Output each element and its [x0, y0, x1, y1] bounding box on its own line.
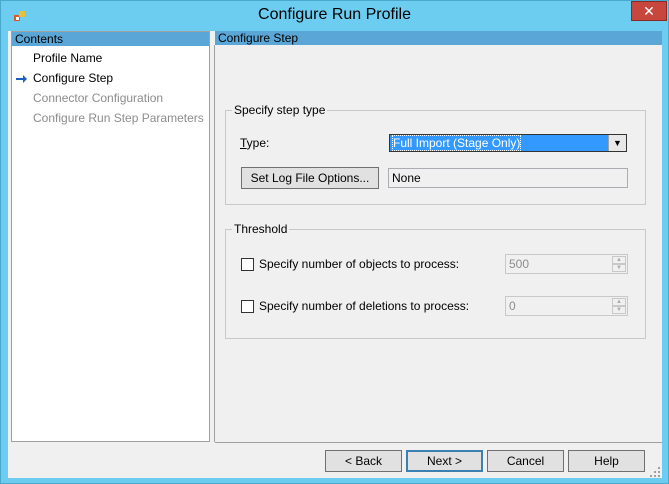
- help-label: Help: [594, 454, 619, 468]
- close-icon: ✕: [643, 3, 655, 19]
- spin-up-icon[interactable]: ▲: [612, 298, 626, 306]
- deletions-spin-buttons[interactable]: ▲ ▼: [612, 298, 626, 314]
- back-button[interactable]: < Back: [325, 450, 402, 472]
- deletions-checkbox[interactable]: [241, 300, 254, 313]
- nav-item-configure-step[interactable]: Configure Step: [12, 70, 208, 86]
- nav-item-label: Configure Run Step Parameters: [33, 111, 204, 125]
- step-type-legend: Specify step type: [232, 103, 328, 117]
- arrow-right-icon: [16, 70, 28, 86]
- cancel-button[interactable]: Cancel: [487, 450, 564, 472]
- spin-down-icon[interactable]: ▼: [612, 306, 626, 314]
- footer-separator: [215, 442, 662, 443]
- type-select[interactable]: Full Import (Stage Only) ▼: [389, 134, 627, 152]
- nav-item-label: Connector Configuration: [33, 91, 164, 105]
- objects-spin-buttons[interactable]: ▲ ▼: [612, 256, 626, 272]
- deletions-value: 0: [509, 299, 516, 313]
- contents-header: Contents: [12, 32, 209, 46]
- window-title: Configure Run Profile: [258, 6, 411, 23]
- dialog-body: Contents Profile Name Configure Step Con…: [8, 31, 662, 478]
- chevron-down-icon[interactable]: ▼: [608, 135, 626, 151]
- spin-up-icon[interactable]: ▲: [612, 256, 626, 264]
- nav-item-label: Profile Name: [33, 51, 103, 65]
- next-button[interactable]: Next >: [406, 450, 483, 472]
- cancel-label: Cancel: [506, 454, 545, 468]
- help-button[interactable]: Help: [568, 450, 645, 472]
- set-log-file-options-button[interactable]: Set Log File Options...: [241, 167, 379, 189]
- nav-item-configure-run-step-parameters[interactable]: Configure Run Step Parameters: [33, 110, 204, 126]
- objects-label[interactable]: Specify number of objects to process:: [259, 257, 459, 271]
- objects-spinbox[interactable]: 500 ▲ ▼: [505, 254, 628, 274]
- set-log-file-options-label: Set Log File Options...: [250, 171, 370, 185]
- objects-checkbox[interactable]: [241, 258, 254, 271]
- type-label: Type:: [240, 136, 270, 150]
- objects-value: 500: [509, 257, 530, 271]
- next-label: Next >: [426, 454, 462, 468]
- contents-pane: Contents Profile Name Configure Step Con…: [11, 31, 210, 442]
- type-select-value: Full Import (Stage Only): [391, 135, 522, 151]
- step-type-group: Specify step type Type: Full Import (Sta…: [225, 103, 646, 205]
- nav-item-profile-name[interactable]: Profile Name: [33, 50, 102, 66]
- log-file-value: None: [388, 168, 628, 188]
- threshold-group: Threshold Specify number of objects to p…: [225, 222, 646, 339]
- configure-step-header: Configure Step: [215, 31, 662, 45]
- pane-divider: [214, 45, 215, 442]
- resize-grip-icon[interactable]: [650, 466, 660, 477]
- close-button[interactable]: ✕: [631, 1, 667, 21]
- threshold-legend: Threshold: [232, 222, 290, 236]
- nav-item-connector-configuration[interactable]: Connector Configuration: [33, 90, 163, 106]
- configure-run-profile-window: Configure Run Profile ✕ Contents Profile…: [0, 0, 669, 484]
- deletions-label[interactable]: Specify number of deletions to process:: [259, 299, 469, 313]
- deletions-spinbox[interactable]: 0 ▲ ▼: [505, 296, 628, 316]
- title-bar: Configure Run Profile ✕: [1, 1, 668, 31]
- back-label: < Back: [344, 454, 383, 468]
- nav-item-label: Configure Step: [33, 71, 114, 85]
- spin-down-icon[interactable]: ▼: [612, 264, 626, 272]
